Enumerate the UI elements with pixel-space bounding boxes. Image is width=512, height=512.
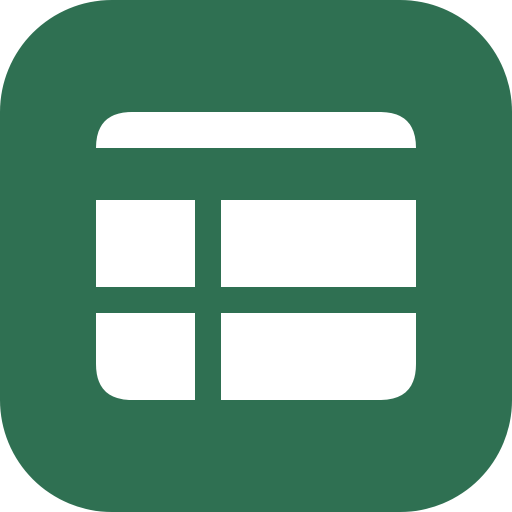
- spreadsheet-icon: [0, 0, 512, 512]
- table-header-bar: [96, 112, 416, 148]
- spreadsheet-app-icon: [0, 0, 512, 512]
- cell-bottom-left: [96, 313, 195, 400]
- cell-top-left: [96, 200, 195, 287]
- cell-bottom-right: [221, 313, 416, 400]
- cell-top-right: [221, 200, 416, 287]
